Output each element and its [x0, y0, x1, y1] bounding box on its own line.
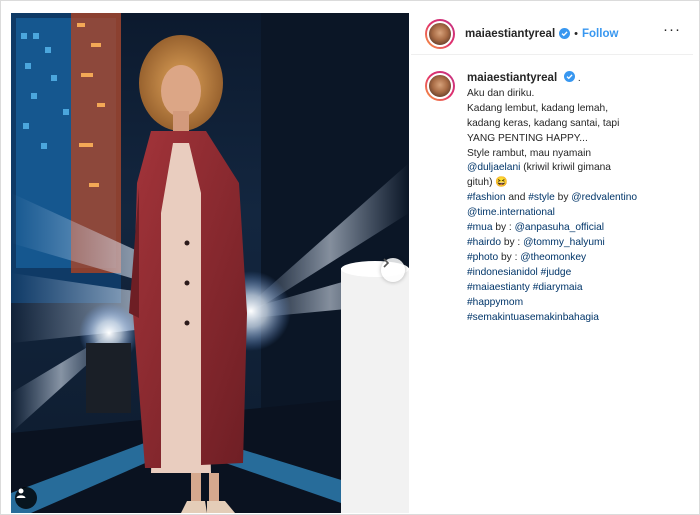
caption-line: #maiaestianty #diarymaia — [467, 281, 637, 296]
mention-link[interactable]: @theomonkey — [520, 252, 586, 263]
chevron-right-icon — [383, 258, 390, 268]
hashtag-link[interactable]: #photo — [467, 252, 498, 263]
header-username[interactable]: maiaestiantyreal — [465, 28, 555, 40]
instagram-post: maiaestiantyreal • Follow ··· maiaestian… — [0, 0, 700, 515]
caption: maiaestiantyreal . Aku dan diriku. Kadan… — [425, 71, 687, 325]
caption-line: #hairdo by : @tommy_halyumi — [467, 236, 637, 251]
hashtag-link[interactable]: #diarymaia — [533, 282, 583, 293]
hashtag-link[interactable]: #style — [528, 192, 555, 203]
post-photo[interactable] — [11, 13, 409, 513]
avatar[interactable] — [425, 18, 455, 49]
caption-avatar[interactable] — [425, 71, 455, 101]
caption-text: by — [554, 192, 572, 204]
hashtag-link[interactable]: #mua — [467, 222, 492, 233]
caption-author-line: maiaestiantyreal . — [467, 71, 637, 87]
more-icon[interactable]: ··· — [663, 22, 681, 37]
next-image-button[interactable] — [381, 258, 405, 282]
caption-line: @duljaelani (kriwil kriwil gimana — [467, 161, 637, 176]
post-header: maiaestiantyreal • Follow ··· — [411, 13, 693, 55]
caption-line: gituh) 😆 — [467, 177, 508, 189]
hashtag-link[interactable]: #semakintuasemakinbahagia — [467, 311, 637, 326]
caption-line: #mua by : @anpasuha_official — [467, 221, 637, 236]
person-icon — [16, 488, 26, 498]
caption-body: maiaestiantyreal . Aku dan diriku. Kadan… — [467, 71, 637, 325]
hashtag-link[interactable]: #fashion — [467, 192, 506, 203]
hashtag-link[interactable]: #happymom — [467, 296, 637, 311]
verified-badge-icon — [563, 71, 575, 82]
hashtag-link[interactable]: #indonesianidol — [467, 267, 538, 278]
hashtag-link[interactable]: #maiaestianty — [467, 282, 530, 293]
hashtag-link[interactable]: #hairdo — [467, 237, 501, 248]
header-separator: • — [574, 27, 578, 40]
caption-line: Aku dan diriku. — [467, 87, 535, 99]
mention-link[interactable]: @time.international — [467, 206, 637, 221]
caption-text: (kriwil kriwil gimana — [520, 162, 611, 174]
caption-line: #fashion and #style by @redvalentino — [467, 191, 637, 206]
caption-username[interactable]: maiaestiantyreal — [467, 72, 557, 84]
caption-line: #indonesianidol #judge — [467, 266, 637, 281]
caption-text: by : — [492, 222, 515, 234]
follow-button[interactable]: Follow — [582, 28, 618, 40]
photo-illustration — [11, 13, 409, 513]
caption-text: by : — [501, 236, 524, 248]
tagged-users-button[interactable] — [15, 487, 37, 509]
mention-link[interactable]: @redvalentino — [571, 192, 637, 203]
hashtag-link[interactable]: #judge — [541, 267, 572, 278]
caption-line: kadang keras, kadang santai, tapi — [467, 117, 620, 129]
verified-badge-icon — [559, 28, 571, 39]
mention-link[interactable]: @anpasuha_official — [515, 222, 604, 233]
mention-link[interactable]: @tommy_halyumi — [523, 237, 605, 248]
caption-line: Style rambut, mau nyamain — [467, 147, 592, 159]
caption-line: #photo by : @theomonkey — [467, 251, 637, 266]
caption-line: Kadang lembut, kadang lemah, — [467, 102, 609, 114]
caption-text: by : — [498, 251, 521, 263]
mention-link[interactable]: @duljaelani — [467, 162, 520, 173]
caption-username-suffix: . — [577, 73, 581, 84]
post-side-panel: maiaestiantyreal • Follow ··· maiaestian… — [411, 13, 693, 513]
caption-line: YANG PENTING HAPPY... — [467, 132, 588, 144]
caption-text: and — [505, 192, 529, 204]
